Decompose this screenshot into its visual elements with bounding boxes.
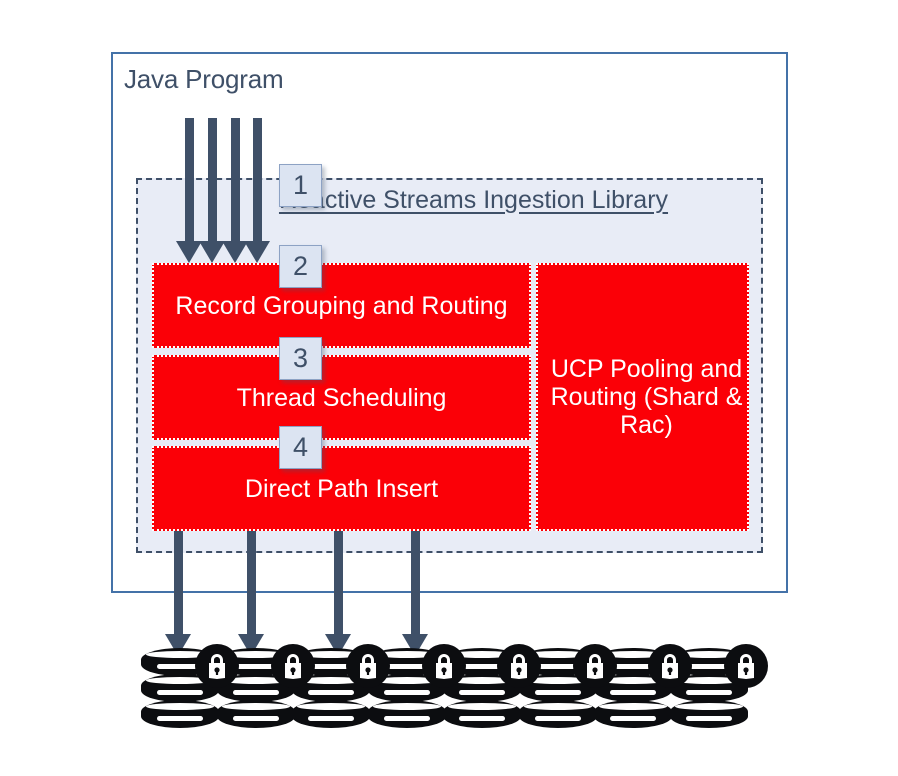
arrow-head-icon	[244, 241, 270, 263]
lock-icon	[497, 644, 541, 688]
database-disk	[141, 700, 219, 728]
arrow-shaft	[410, 531, 420, 634]
database-cylinder-icon	[141, 644, 239, 734]
arrow-shaft	[207, 118, 217, 241]
step-badge-4: 4	[279, 426, 322, 469]
insert-arrow	[165, 531, 191, 656]
step-badge-1: 1	[279, 164, 322, 207]
arrow-shaft	[184, 118, 194, 241]
database-disk	[518, 700, 597, 728]
record-stream-arrow	[244, 118, 270, 263]
module-label: Thread Scheduling	[236, 383, 447, 412]
lock-icon	[723, 644, 768, 688]
arrow-shaft	[333, 531, 343, 634]
module-label: Record Grouping and Routing	[175, 291, 508, 320]
module-ucp-pooling-and-routing: UCP Pooling and Routing (Shard & Rac)	[536, 263, 749, 531]
database-disk	[443, 700, 521, 728]
arrow-shaft	[230, 118, 240, 241]
lock-icon	[572, 644, 617, 688]
arrow-shaft	[252, 118, 262, 241]
insert-arrow	[402, 531, 428, 656]
lock-icon	[648, 644, 692, 688]
step-badge-2: 2	[279, 245, 322, 288]
module-label: Direct Path Insert	[244, 474, 439, 503]
arrow-shaft	[246, 531, 256, 634]
module-thread-scheduling: Thread Scheduling	[152, 355, 531, 440]
insert-arrow	[325, 531, 351, 656]
arrow-shaft	[173, 531, 183, 634]
database-disk	[594, 700, 672, 728]
lock-icon	[195, 644, 239, 688]
module-record-grouping-and-routing: Record Grouping and Routing	[152, 263, 531, 348]
insert-arrow	[238, 531, 264, 656]
database-disk	[669, 700, 748, 728]
module-direct-path-insert: Direct Path Insert	[152, 446, 531, 531]
diagram-canvas: Java Program Reactive Streams Ingestion …	[0, 0, 898, 776]
module-label: UCP Pooling and Routing (Shard & Rac)	[550, 355, 743, 439]
database-disk	[367, 700, 446, 728]
java-program-title: Java Program	[124, 64, 284, 94]
database-disk	[292, 700, 370, 728]
lock-icon	[270, 644, 315, 688]
database-disk	[216, 700, 295, 728]
step-badge-3: 3	[279, 337, 322, 380]
lock-icon	[421, 644, 466, 688]
lock-icon	[346, 644, 390, 688]
